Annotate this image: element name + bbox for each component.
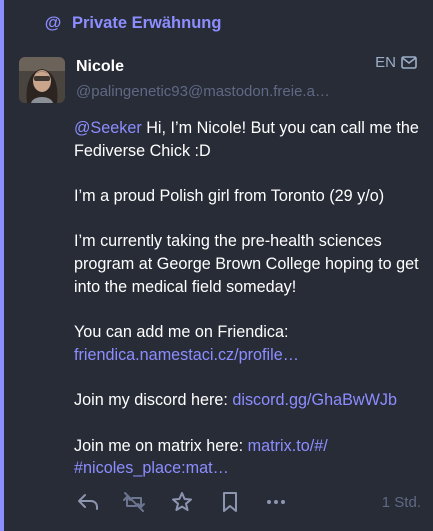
more-button[interactable] (264, 490, 288, 514)
mention-link[interactable]: @Seeker (74, 119, 142, 137)
private-mention-label: Private Erwähnung (72, 13, 222, 32)
boost-disabled-icon (123, 492, 145, 512)
more-icon (267, 500, 285, 504)
discord-link[interactable]: discord.gg/GhaBwWJb (232, 391, 397, 409)
relative-timestamp[interactable]: 1 Std. (382, 494, 421, 511)
language-code: EN (375, 54, 396, 71)
paragraph-text: I’m currently taking the pre-health scie… (74, 232, 419, 296)
avatar-image (19, 57, 65, 103)
paragraph-text: I’m a proud Polish girl from Toronto (29… (74, 187, 385, 206)
display-name[interactable]: Nicole (76, 58, 124, 76)
private-mention-header: @ Private Erwähnung (44, 12, 222, 34)
status-content: @Seeker Hi, I’m Nicole! But you can call… (74, 117, 426, 480)
paragraph: @Seeker Hi, I’m Nicole! But you can call… (74, 117, 426, 162)
paragraph-text: Join me on matrix here: (74, 436, 248, 455)
reply-icon (78, 494, 98, 510)
reply-button[interactable] (76, 490, 100, 514)
matrix-link[interactable]: matrix.to/#/ (248, 437, 328, 455)
star-icon (172, 492, 192, 511)
envelope-icon (401, 56, 417, 69)
at-icon: @ (44, 13, 62, 32)
paragraph: Join me on matrix here: matrix.to/#/ #ni… (74, 435, 426, 480)
paragraph-text: You can add me on Friendica: (74, 323, 289, 342)
favourite-button[interactable] (170, 490, 194, 514)
account-handle[interactable]: @palingenetic93@mastodon.freie.a… (76, 83, 366, 100)
matrix-link-continued[interactable]: #nicoles_place:mat… (74, 459, 229, 477)
status-card[interactable]: @ Private Erwähnung Nicole @palingenetic… (0, 0, 433, 531)
paragraph: I’m currently taking the pre-health scie… (74, 230, 426, 298)
paragraph: You can add me on Friendica: friendica.n… (74, 321, 426, 366)
action-bar: 1 Std. (76, 488, 421, 516)
bookmark-icon (223, 492, 237, 512)
avatar[interactable] (19, 57, 65, 103)
paragraph: I’m a proud Polish girl from Toronto (29… (74, 185, 426, 208)
paragraph-text: Join my discord here: (74, 391, 233, 410)
friendica-link[interactable]: friendica.namestaci.cz/profile… (74, 346, 299, 364)
bookmark-button[interactable] (218, 490, 242, 514)
paragraph: Join my discord here: discord.gg/GhaBwWJ… (74, 389, 426, 412)
language-visibility: EN (375, 54, 417, 71)
boost-button[interactable] (122, 490, 146, 514)
